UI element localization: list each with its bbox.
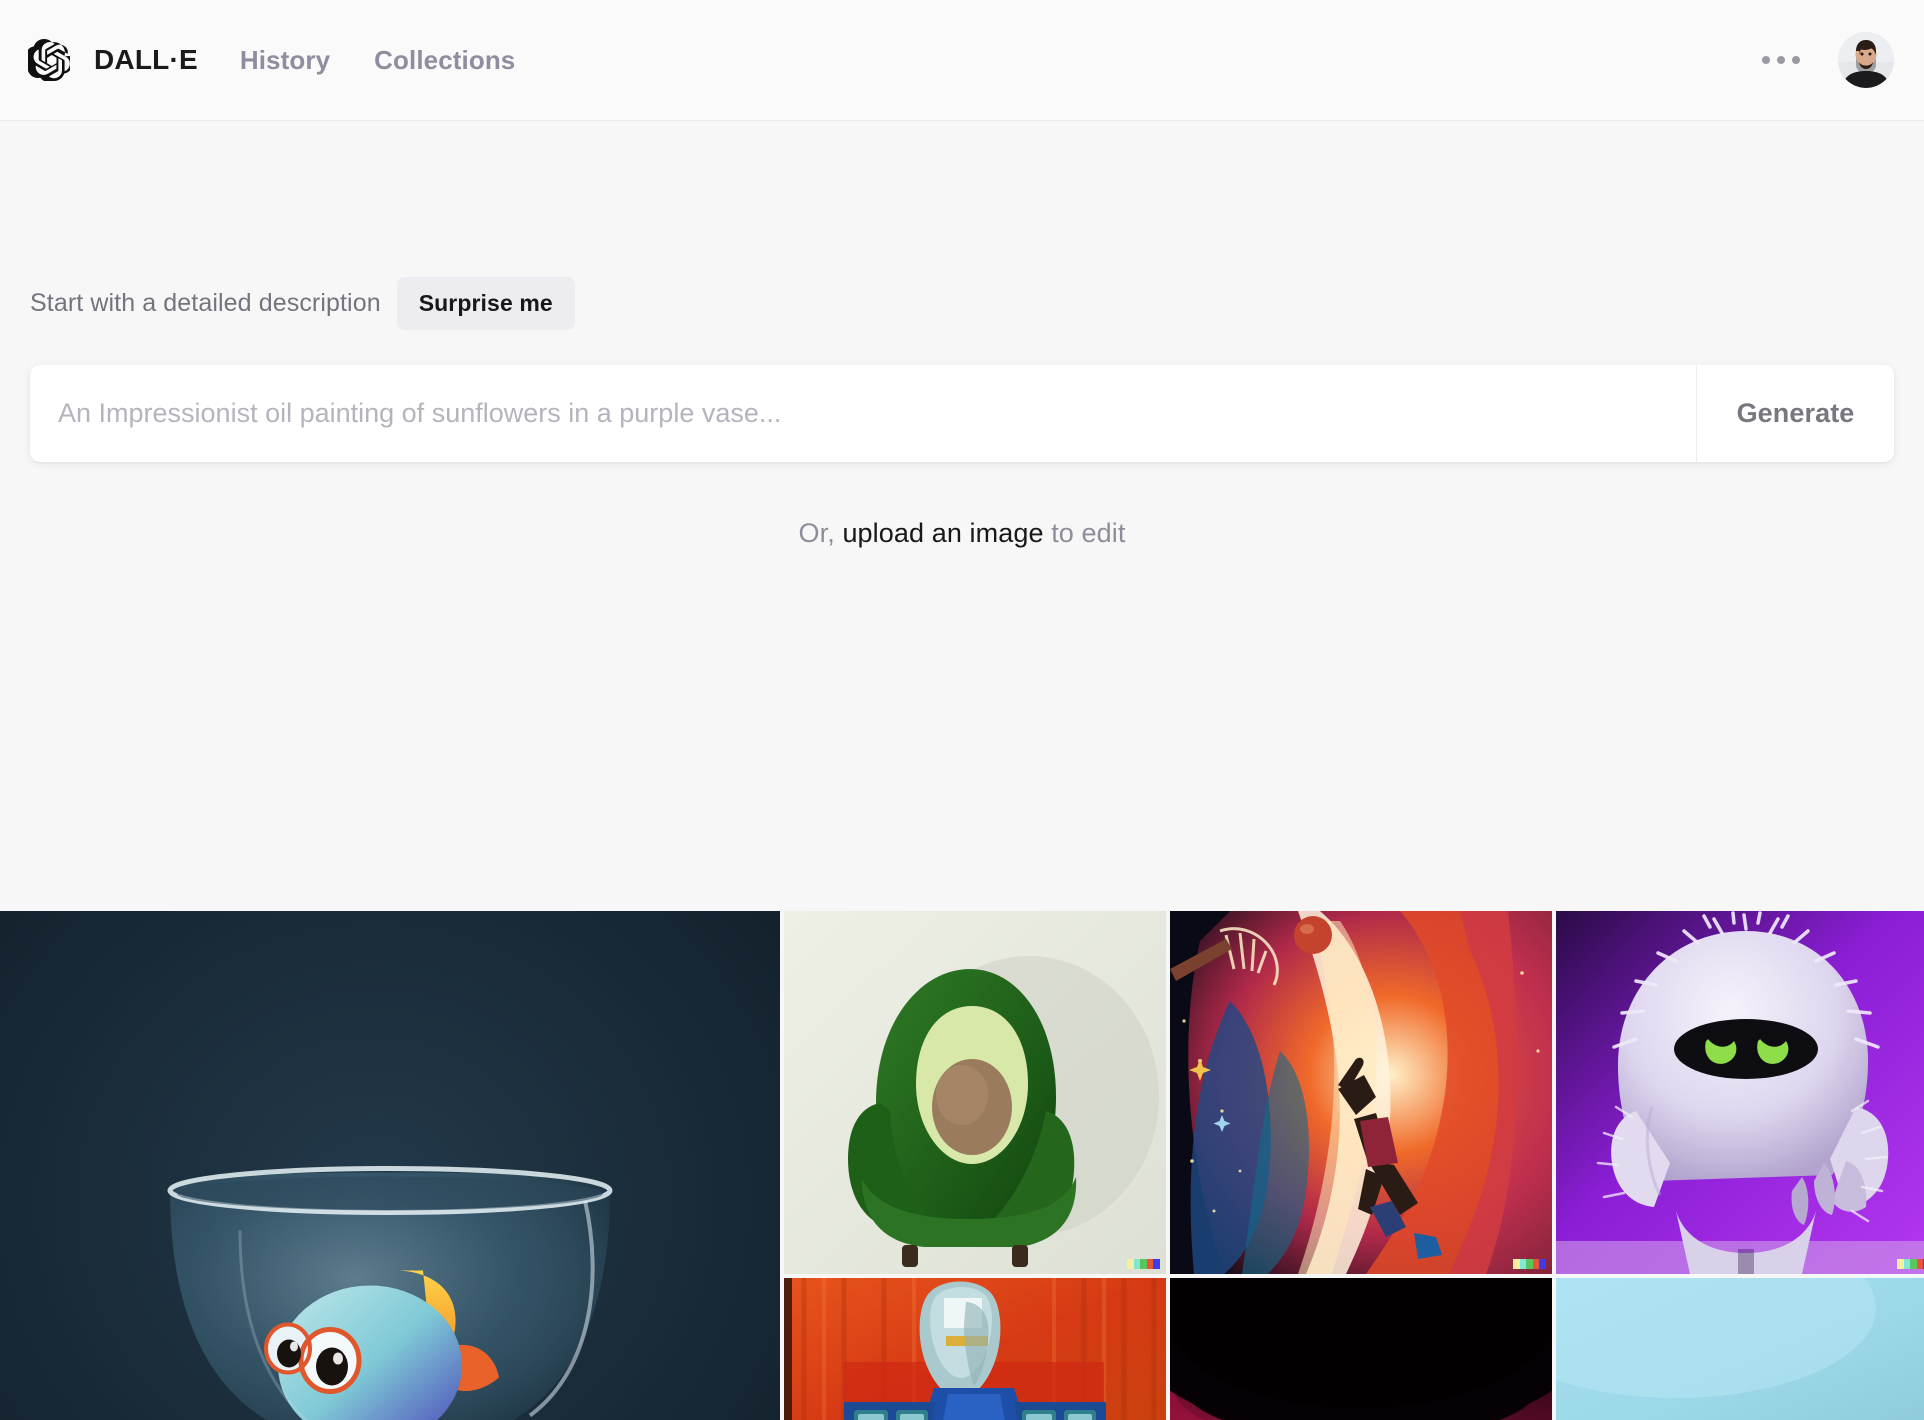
nav-history[interactable]: History — [240, 45, 330, 76]
prompt-input-bar: Generate — [30, 365, 1894, 462]
watermark-swatch — [1526, 1259, 1533, 1269]
user-avatar[interactable] — [1838, 32, 1894, 88]
surprise-me-button[interactable]: Surprise me — [396, 277, 575, 330]
nav-collections[interactable]: Collections — [374, 45, 515, 76]
main-nav: History Collections — [240, 45, 516, 76]
upload-an-image-link[interactable]: upload an image — [842, 518, 1043, 548]
watermark-swatch — [1153, 1259, 1160, 1269]
watermark-swatch — [1146, 1259, 1154, 1269]
gallery-tile-fishbowl[interactable] — [0, 911, 780, 1420]
gallery-tile-dark-curve[interactable] — [1170, 1278, 1552, 1420]
dalle-watermark — [1127, 1259, 1160, 1269]
watermark-swatch — [1519, 1259, 1527, 1269]
main-content: Start with a detailed description Surpri… — [0, 121, 1924, 549]
gallery-tile-fur-monster[interactable] — [1556, 911, 1924, 1274]
gallery-tile-blue-gradient[interactable] — [1556, 1278, 1924, 1420]
watermark-swatch — [1903, 1259, 1911, 1269]
gallery-tile-avocado-chair[interactable] — [784, 911, 1166, 1274]
watermark-swatch — [1532, 1259, 1540, 1269]
prompt-input[interactable] — [30, 365, 1696, 462]
upload-hint-suffix: to edit — [1051, 518, 1126, 548]
watermark-swatch — [1897, 1259, 1904, 1269]
app-header: DALL·E History Collections — [0, 0, 1924, 121]
dalle-watermark — [1897, 1259, 1924, 1269]
dalle-watermark — [1513, 1259, 1546, 1269]
generate-button[interactable]: Generate — [1696, 365, 1894, 462]
ellipsis-dot — [1762, 56, 1770, 64]
gallery-tile-basketball[interactable] — [1170, 911, 1552, 1274]
prompt-hint-label: Start with a detailed description — [30, 289, 381, 317]
watermark-swatch — [1140, 1259, 1147, 1269]
watermark-swatch — [1513, 1259, 1520, 1269]
watermark-swatch — [1539, 1259, 1546, 1269]
ellipsis-dot — [1792, 56, 1800, 64]
openai-logo-icon[interactable] — [28, 39, 70, 81]
gallery-tile-robot-portrait[interactable] — [784, 1278, 1166, 1420]
ellipsis-icon[interactable] — [1756, 50, 1806, 70]
upload-hint-prefix: Or, — [798, 518, 835, 548]
brand-title: DALL·E — [94, 44, 198, 75]
watermark-swatch — [1916, 1259, 1924, 1269]
watermark-swatch — [1133, 1259, 1141, 1269]
header-actions — [1756, 32, 1894, 88]
prompt-hint-row: Start with a detailed description Surpri… — [30, 121, 1894, 330]
image-gallery — [0, 911, 1924, 1420]
ellipsis-dot — [1777, 56, 1785, 64]
watermark-swatch — [1910, 1259, 1917, 1269]
upload-hint: Or, upload an image to edit — [30, 518, 1894, 549]
watermark-swatch — [1127, 1259, 1134, 1269]
